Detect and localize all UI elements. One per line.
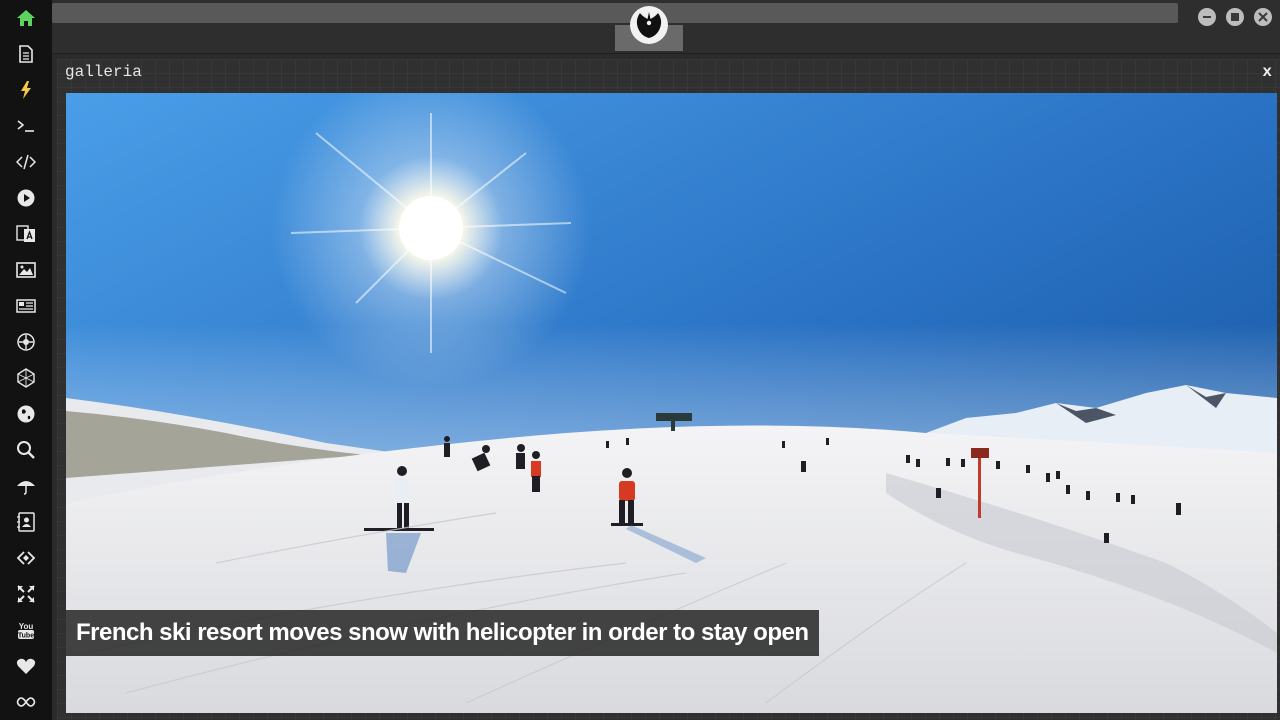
panel-close-button[interactable]: x [1262, 63, 1272, 81]
settings-icon[interactable] [8, 327, 44, 357]
panel-title: galleria [65, 63, 142, 81]
gallery-caption: French ski resort moves snow with helico… [66, 610, 819, 656]
maximize-button[interactable] [1226, 8, 1244, 26]
search-icon[interactable] [8, 435, 44, 465]
terminal-icon[interactable] [8, 111, 44, 141]
lightning-icon[interactable] [8, 75, 44, 105]
youtube-icon[interactable]: You Tube [8, 615, 44, 645]
globe-icon[interactable] [8, 399, 44, 429]
document-icon[interactable] [8, 39, 44, 69]
contact-icon[interactable] [8, 507, 44, 537]
rebel-logo-icon[interactable] [630, 6, 668, 44]
minimize-button[interactable] [1198, 8, 1216, 26]
news-icon[interactable] [8, 291, 44, 321]
close-window-button[interactable] [1254, 8, 1272, 26]
brackets-icon[interactable] [8, 543, 44, 573]
top-bar [52, 0, 1280, 54]
translate-icon[interactable] [8, 219, 44, 249]
galleria-panel: galleria x French ski resort moves snow … [57, 59, 1280, 720]
network-icon[interactable] [8, 363, 44, 393]
svg-text:Tube: Tube [18, 633, 34, 640]
code-icon[interactable] [8, 147, 44, 177]
svg-text:You: You [19, 622, 34, 631]
expand-icon[interactable] [8, 579, 44, 609]
image-icon[interactable] [8, 255, 44, 285]
address-bar[interactable] [52, 3, 1178, 23]
heart-icon[interactable] [8, 651, 44, 681]
play-icon[interactable] [8, 183, 44, 213]
umbrella-icon[interactable] [8, 471, 44, 501]
home-icon[interactable] [8, 3, 44, 33]
sidebar: You Tube [0, 0, 52, 720]
infinity-icon[interactable] [8, 687, 44, 717]
gallery-photo[interactable]: French ski resort moves snow with helico… [66, 93, 1277, 713]
